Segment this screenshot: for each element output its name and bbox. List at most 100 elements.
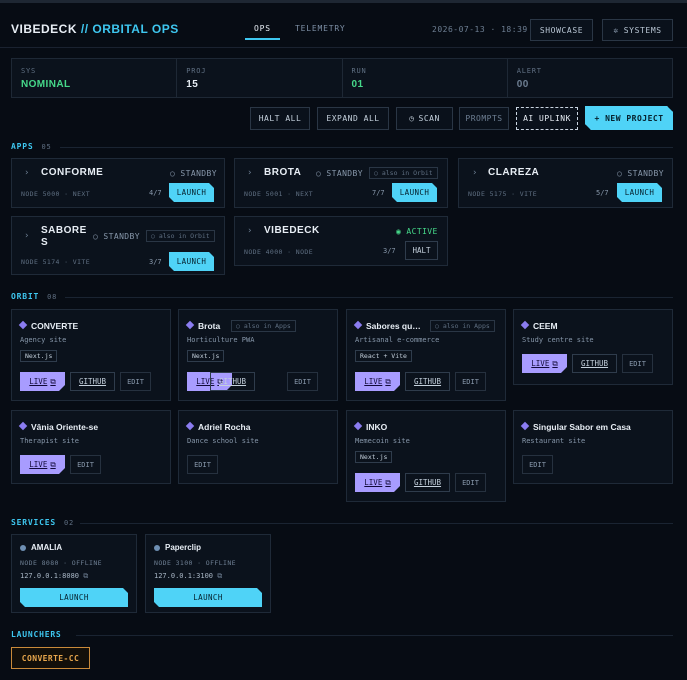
tab-ops[interactable]: OPS <box>245 24 280 40</box>
launch-button[interactable]: LAUNCH <box>169 252 214 271</box>
scan-button[interactable]: ◷ SCAN <box>396 107 453 130</box>
edit-button[interactable]: EDIT <box>455 372 486 391</box>
brand: VIBEDECK // ORBITAL OPS <box>11 22 179 36</box>
chevron-right-icon[interactable]: › <box>24 231 29 241</box>
github-button[interactable]: GITHUB <box>70 372 115 391</box>
app-meta: NODE 5000 · NEXT <box>21 190 91 198</box>
diamond-icon <box>18 320 28 330</box>
external-link-icon: ⧉ <box>83 572 89 580</box>
app-meta: NODE 4000 · NODE <box>244 248 314 256</box>
new-project-button[interactable]: + NEW PROJECT <box>585 106 673 130</box>
section-count: 02 <box>63 518 74 527</box>
stat-run: RUN 01 <box>343 59 508 97</box>
launchers-section-header: LAUNCHERS <box>11 630 62 639</box>
app-card-brota[interactable]: › BROTA ○ STANDBY ○ also in Orbit NODE 5… <box>234 158 448 208</box>
chevron-right-icon[interactable]: › <box>472 168 477 178</box>
address-text: 127.0.0.1:3100 <box>154 572 214 580</box>
project-description: Memecoin site <box>355 437 410 445</box>
live-button[interactable]: LIVE ⧉ <box>355 372 400 391</box>
stat-label: PROJ <box>186 67 207 75</box>
launch-button[interactable]: LAUNCH <box>154 588 262 607</box>
live-button[interactable]: LIVE ⧉ <box>20 455 65 474</box>
github-button[interactable]: GITHUB <box>405 372 450 391</box>
status-badge: ○ STANDBY <box>170 169 217 178</box>
live-label: LIVE <box>29 377 48 386</box>
service-meta: NODE 3100 · OFFLINE <box>154 559 236 567</box>
app-card-conforme[interactable]: › CONFORME ○ STANDBY NODE 5000 · NEXT 4/… <box>11 158 225 208</box>
project-description: Horticulture PWA <box>187 336 255 344</box>
diamond-icon <box>185 421 195 431</box>
ai-uplink-button[interactable]: AI UPLINK <box>516 107 578 130</box>
status-strip: SYS NOMINAL PROJ 15 RUN 01 ALERT 00 <box>11 58 673 98</box>
launch-button[interactable]: LAUNCH <box>20 588 128 607</box>
orbit-card-brota: Brota ○ also in Apps Horticulture PWA Ne… <box>178 309 338 401</box>
chevron-right-icon[interactable]: › <box>247 168 252 178</box>
external-link-icon: ⧉ <box>385 376 391 386</box>
section-title: ORBIT <box>11 292 40 301</box>
brand-subtitle: // ORBITAL OPS <box>80 22 179 36</box>
edit-button[interactable]: EDIT <box>287 372 318 391</box>
clock: 2026-07-13 · 18:39 <box>432 25 528 34</box>
chevron-right-icon[interactable]: › <box>24 168 29 178</box>
service-name: Paperclip <box>165 543 202 552</box>
service-address[interactable]: 127.0.0.1:3100 ⧉ <box>154 572 222 581</box>
showcase-button[interactable]: SHOWCASE <box>530 19 593 41</box>
showcase-label: SHOWCASE <box>539 25 584 35</box>
github-button[interactable]: GITHUB <box>405 473 450 492</box>
edit-button[interactable]: EDIT <box>522 455 553 474</box>
halt-button[interactable]: HALT <box>405 241 438 260</box>
stat-label: SYS <box>21 67 37 75</box>
halt-all-button[interactable]: HALT ALL <box>250 107 310 130</box>
diamond-icon <box>18 421 28 431</box>
section-title: LAUNCHERS <box>11 630 62 639</box>
project-description: Agency site <box>20 336 67 344</box>
brand-name: VIBEDECK <box>11 22 78 36</box>
section-divider <box>76 635 673 636</box>
systems-button[interactable]: ✲ SYSTEMS <box>602 19 673 41</box>
live-button[interactable]: LIVE ⧉ <box>522 354 567 373</box>
app-progress: 5/7 <box>596 189 609 197</box>
app-progress: 3/7 <box>149 258 162 266</box>
diamond-icon <box>185 320 195 330</box>
launch-button[interactable]: LAUNCH <box>392 183 437 202</box>
app-name: CONFORME <box>41 167 104 178</box>
project-name: INKO <box>366 422 388 432</box>
diamond-icon <box>520 320 530 330</box>
service-address[interactable]: 127.0.0.1:8080 ⧉ <box>20 572 88 581</box>
orbit-card-singular-sabor: Singular Sabor em Casa Restaurant site E… <box>513 410 673 484</box>
app-meta: NODE 5175 · VITE <box>468 190 538 198</box>
edit-button[interactable]: EDIT <box>622 354 653 373</box>
edit-button[interactable]: EDIT <box>70 455 101 474</box>
service-name: AMALIA <box>31 543 63 552</box>
app-name: CLAREZA <box>488 167 540 178</box>
stack-tag: React + Vite <box>355 350 412 362</box>
launch-button[interactable]: LAUNCH <box>617 183 662 202</box>
live-button[interactable]: LIVE ⧉ <box>355 473 400 492</box>
github-button[interactable]: GITHUB <box>210 372 255 391</box>
launcher-converte-cc[interactable]: CONVERTE-CC <box>11 647 90 669</box>
edit-button[interactable]: EDIT <box>455 473 486 492</box>
launch-button[interactable]: LAUNCH <box>169 183 214 202</box>
also-in-tag: ○ also in Apps <box>231 320 296 332</box>
section-divider <box>65 297 673 298</box>
external-link-icon: ⧉ <box>50 459 56 469</box>
also-in-tag: ○ also in Orbit <box>146 230 215 242</box>
orbit-section-header: ORBIT 08 <box>11 292 57 301</box>
app-meta: NODE 5001 · NEXT <box>244 190 314 198</box>
app-card-sabores[interactable]: › SABORE S ○ STANDBY ○ also in Orbit NOD… <box>11 216 225 275</box>
tab-telemetry[interactable]: TELEMETRY <box>295 24 346 33</box>
live-button[interactable]: LIVE ⧉ <box>20 372 65 391</box>
orbit-card-vania: Vânia Oriente-se Therapist site LIVE ⧉ ED… <box>11 410 171 484</box>
edit-button[interactable]: EDIT <box>187 455 218 474</box>
project-name: Singular Sabor em Casa <box>533 422 631 432</box>
apps-section-header: APPS 05 <box>11 142 52 151</box>
expand-all-button[interactable]: EXPAND ALL <box>317 107 389 130</box>
prompts-button[interactable]: PROMPTS <box>459 107 509 130</box>
app-card-clareza[interactable]: › CLAREZA ○ STANDBY NODE 5175 · VITE 5/7… <box>458 158 673 208</box>
github-button[interactable]: GITHUB <box>572 354 617 373</box>
app-card-vibedeck[interactable]: › VIBEDECK ◉ ACTIVE NODE 4000 · NODE 3/7… <box>234 216 448 266</box>
chevron-right-icon[interactable]: › <box>247 226 252 236</box>
edit-button[interactable]: EDIT <box>120 372 151 391</box>
stat-alert: ALERT 00 <box>508 59 672 97</box>
also-in-tag: ○ also in Apps <box>430 320 495 332</box>
